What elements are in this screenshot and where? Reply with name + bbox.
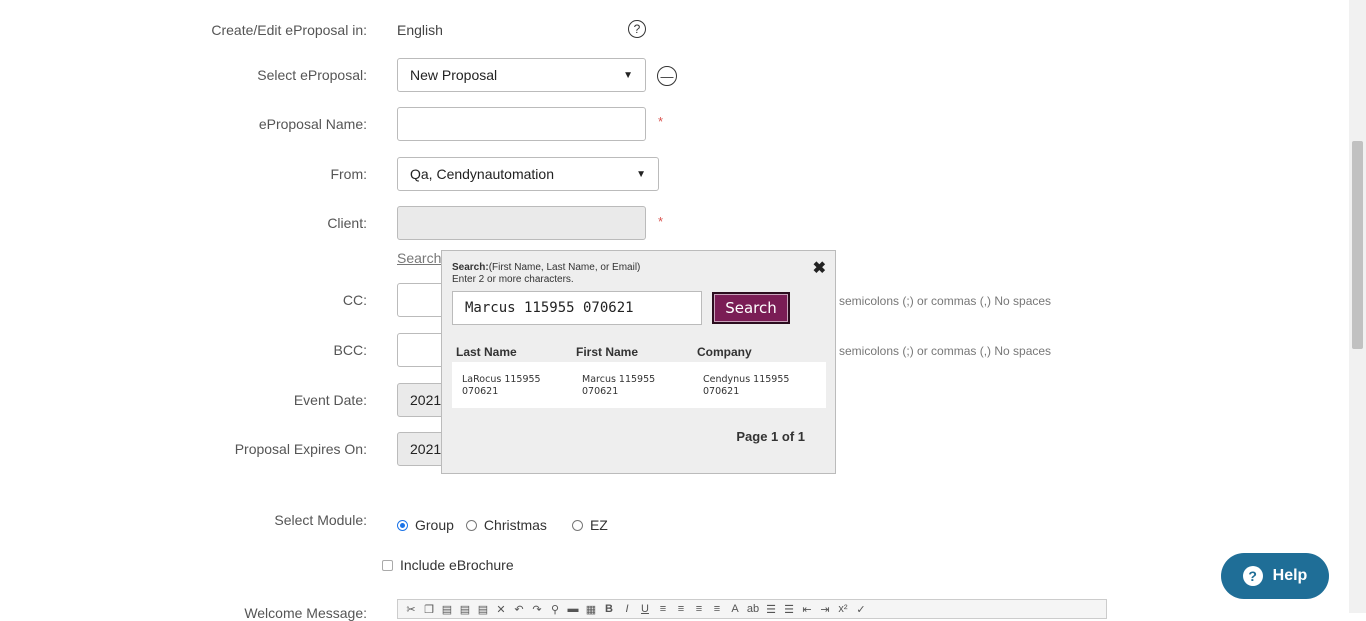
client-input[interactable] [397, 206, 646, 240]
chevron-down-icon: ▼ [623, 69, 633, 81]
spellcheck-icon[interactable]: ✓ [854, 603, 868, 616]
bullet-list-icon[interactable]: ☰ [764, 603, 778, 616]
ebrochure-label: Include eBrochure [400, 557, 514, 573]
ebrochure-checkbox[interactable] [382, 559, 393, 571]
font-color-icon[interactable]: A [728, 603, 742, 615]
table-icon[interactable]: ▦ [584, 603, 598, 616]
include-ebrochure[interactable]: Include eBrochure [382, 557, 514, 573]
required-marker: * [658, 214, 664, 229]
search-subhint: Enter 2 or more characters. [452, 274, 574, 285]
search-input[interactable]: Marcus 115955 070621 [452, 291, 702, 325]
search-title-hint: (First Name, Last Name, or Email) [488, 262, 641, 273]
select-module-label: Select Module: [274, 512, 367, 528]
required-marker: * [658, 114, 664, 129]
select-eproposal-label: Select eProposal: [257, 67, 367, 83]
module-radio-group: Group Christmas EZ [397, 517, 608, 533]
align-center-icon[interactable]: ≡ [674, 603, 688, 615]
help-label: Help [1272, 567, 1308, 584]
align-right-icon[interactable]: ≡ [692, 603, 706, 615]
remove-format-icon[interactable]: ✕ [494, 603, 508, 616]
search-title: Search: [452, 262, 489, 273]
cc-hint: n semicolons (;) or commas (,) No spaces [829, 294, 1052, 308]
outdent-icon[interactable]: ⇤ [800, 603, 814, 616]
eproposal-select[interactable]: New Proposal ▼ [397, 58, 646, 92]
bcc-label: BCC: [333, 342, 367, 358]
radio-button[interactable] [397, 519, 408, 531]
scrollbar-thumb[interactable] [1352, 141, 1363, 349]
page-scrollbar[interactable] [1349, 0, 1366, 613]
client-label: Client: [327, 215, 367, 231]
align-left-icon[interactable]: ≡ [656, 603, 670, 615]
client-search-link[interactable]: Search [397, 250, 441, 266]
paste-text-icon[interactable]: ▤ [458, 603, 472, 616]
column-header-first-name[interactable]: First Name [576, 345, 638, 359]
numbered-list-icon[interactable]: ☰ [782, 603, 796, 616]
welcome-message-label: Welcome Message: [244, 605, 367, 621]
indent-icon[interactable]: ⇥ [818, 603, 832, 616]
bold-icon[interactable]: B [602, 603, 616, 615]
from-select-value: Qa, Cendynautomation [410, 166, 554, 182]
radio-button[interactable] [571, 519, 583, 531]
question-circle-icon: ? [1242, 566, 1263, 586]
cell-company[interactable]: Cendynus 115955 070621 [703, 374, 803, 398]
paste-word-icon[interactable]: ▤ [476, 603, 490, 616]
undo-icon[interactable]: ↶ [512, 603, 526, 616]
column-header-last-name[interactable]: Last Name [456, 345, 517, 359]
link-icon[interactable]: ⚲ [548, 603, 562, 616]
table-row[interactable]: LaRocus 115955 070621 Marcus 115955 0706… [452, 362, 826, 408]
help-question-icon[interactable]: ? [628, 20, 646, 38]
client-search-popup: ✖ Search:(First Name, Last Name, or Emai… [441, 250, 836, 474]
from-select[interactable]: Qa, Cendynautomation ▼ [397, 157, 659, 191]
language-label: Create/Edit eProposal in: [211, 22, 367, 38]
cell-last-name[interactable]: LaRocus 115955 070621 [462, 374, 562, 398]
bcc-hint: n semicolons (;) or commas (,) No spaces [829, 344, 1052, 358]
from-label: From: [330, 166, 367, 182]
redo-icon[interactable]: ↷ [530, 603, 544, 616]
search-button[interactable]: Search [712, 292, 790, 324]
language-value: English [397, 22, 443, 38]
justify-icon[interactable]: ≡ [710, 603, 724, 615]
help-button[interactable]: ? Help [1221, 553, 1329, 599]
module-option-ez[interactable]: EZ [571, 517, 608, 533]
close-icon[interactable]: ✖ [813, 258, 826, 278]
pager: Page 1 of 1 [736, 429, 805, 444]
remove-circle-icon[interactable]: — [657, 66, 677, 86]
editor-toolbar: ✂ ❐ ▤ ▤ ▤ ✕ ↶ ↷ ⚲ ▬ ▦ B I U ≡ ≡ ≡ ≡ A ab… [397, 599, 1107, 619]
highlight-icon[interactable]: ab [746, 603, 760, 615]
module-option-label: EZ [589, 517, 608, 533]
module-option-group[interactable]: Group [397, 517, 454, 533]
radio-button[interactable] [465, 519, 477, 531]
copy-icon[interactable]: ❐ [422, 603, 436, 616]
expires-on-label: Proposal Expires On: [234, 441, 367, 457]
event-date-label: Event Date: [293, 392, 367, 408]
cut-icon[interactable]: ✂ [404, 603, 418, 616]
column-header-company[interactable]: Company [697, 345, 752, 359]
paste-icon[interactable]: ▤ [440, 603, 454, 616]
eproposal-name-label: eProposal Name: [258, 116, 367, 132]
module-option-christmas[interactable]: Christmas [465, 517, 547, 533]
search-instructions: Search:(First Name, Last Name, or Email)… [452, 262, 640, 286]
cc-label: CC: [342, 292, 367, 308]
eproposal-select-value: New Proposal [410, 67, 498, 83]
underline-icon[interactable]: U [638, 603, 652, 615]
module-option-label: Group [415, 517, 454, 533]
chevron-down-icon: ▼ [636, 168, 646, 180]
horizontal-rule-icon[interactable]: ▬ [566, 603, 580, 615]
superscript-icon[interactable]: x² [836, 603, 850, 615]
eproposal-name-input[interactable] [397, 107, 646, 141]
module-option-label: Christmas [483, 517, 547, 533]
italic-icon[interactable]: I [620, 603, 634, 615]
cell-first-name[interactable]: Marcus 115955 070621 [582, 374, 682, 398]
